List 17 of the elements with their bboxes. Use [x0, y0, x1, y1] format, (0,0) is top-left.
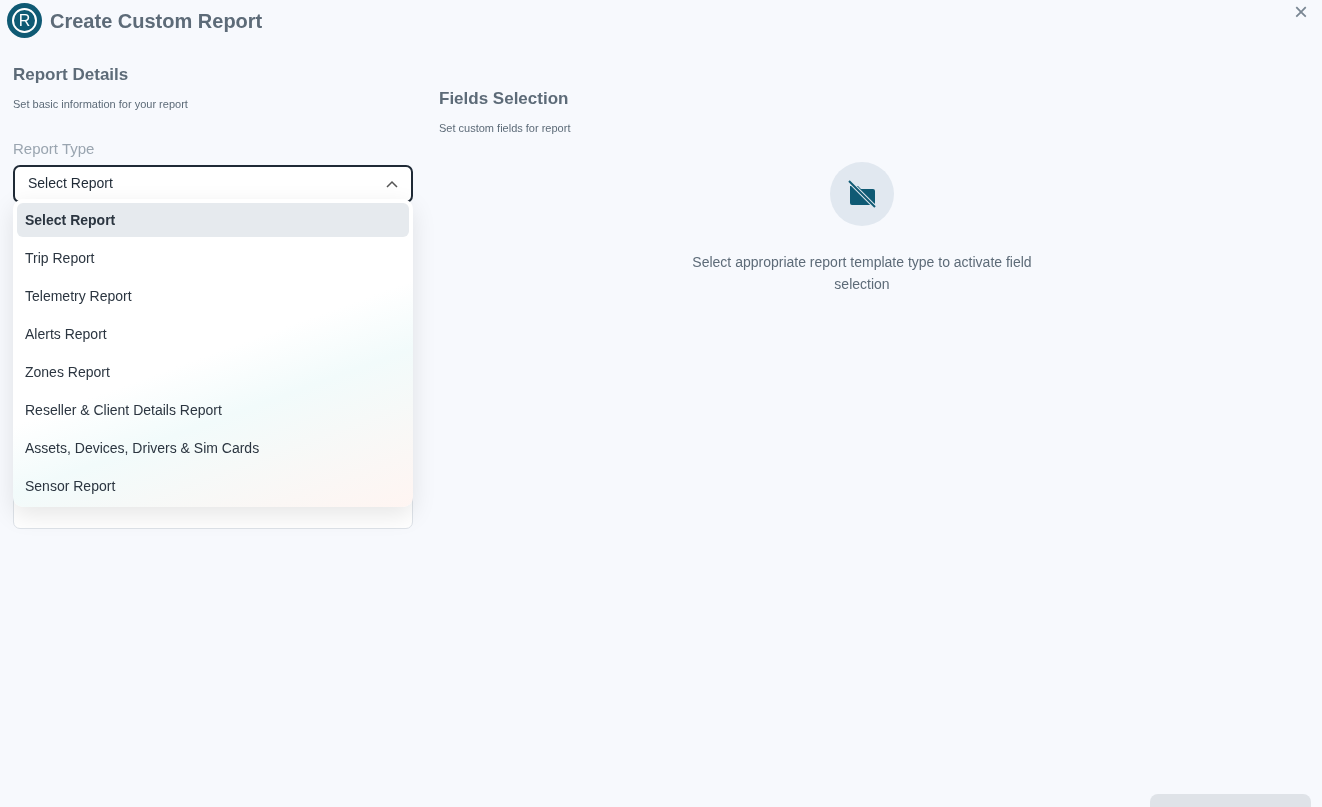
dropdown-option[interactable]: Telemetry Report	[17, 279, 409, 313]
section-title: Fields Selection	[439, 88, 570, 110]
dropdown-option[interactable]: Alerts Report	[17, 317, 409, 351]
section-subtitle: Set basic information for your report	[13, 96, 189, 112]
section-subtitle: Set custom fields for report	[439, 120, 572, 136]
field-label: Report Type	[13, 139, 96, 159]
dropdown-option[interactable]: Select Report	[17, 203, 409, 237]
dropdown-option[interactable]: Assets, Devices, Drivers & Sim Cards	[17, 431, 409, 465]
empty-message: Select appropriate report template type to activate field selection	[691, 253, 1033, 294]
dropdown-option[interactable]: Reseller & Client Details Report	[17, 393, 409, 427]
dropdown-option[interactable]: Trip Report	[17, 241, 409, 275]
logo-icon: R	[7, 3, 42, 38]
dropdown-option[interactable]: Zones Report	[17, 355, 409, 389]
dropdown-option[interactable]: Sensor Report	[17, 469, 409, 503]
report-type-select[interactable]: Select Report	[13, 164, 413, 203]
dialog-title: Create Custom Report	[50, 8, 263, 34]
section-title: Report Details	[13, 64, 130, 86]
